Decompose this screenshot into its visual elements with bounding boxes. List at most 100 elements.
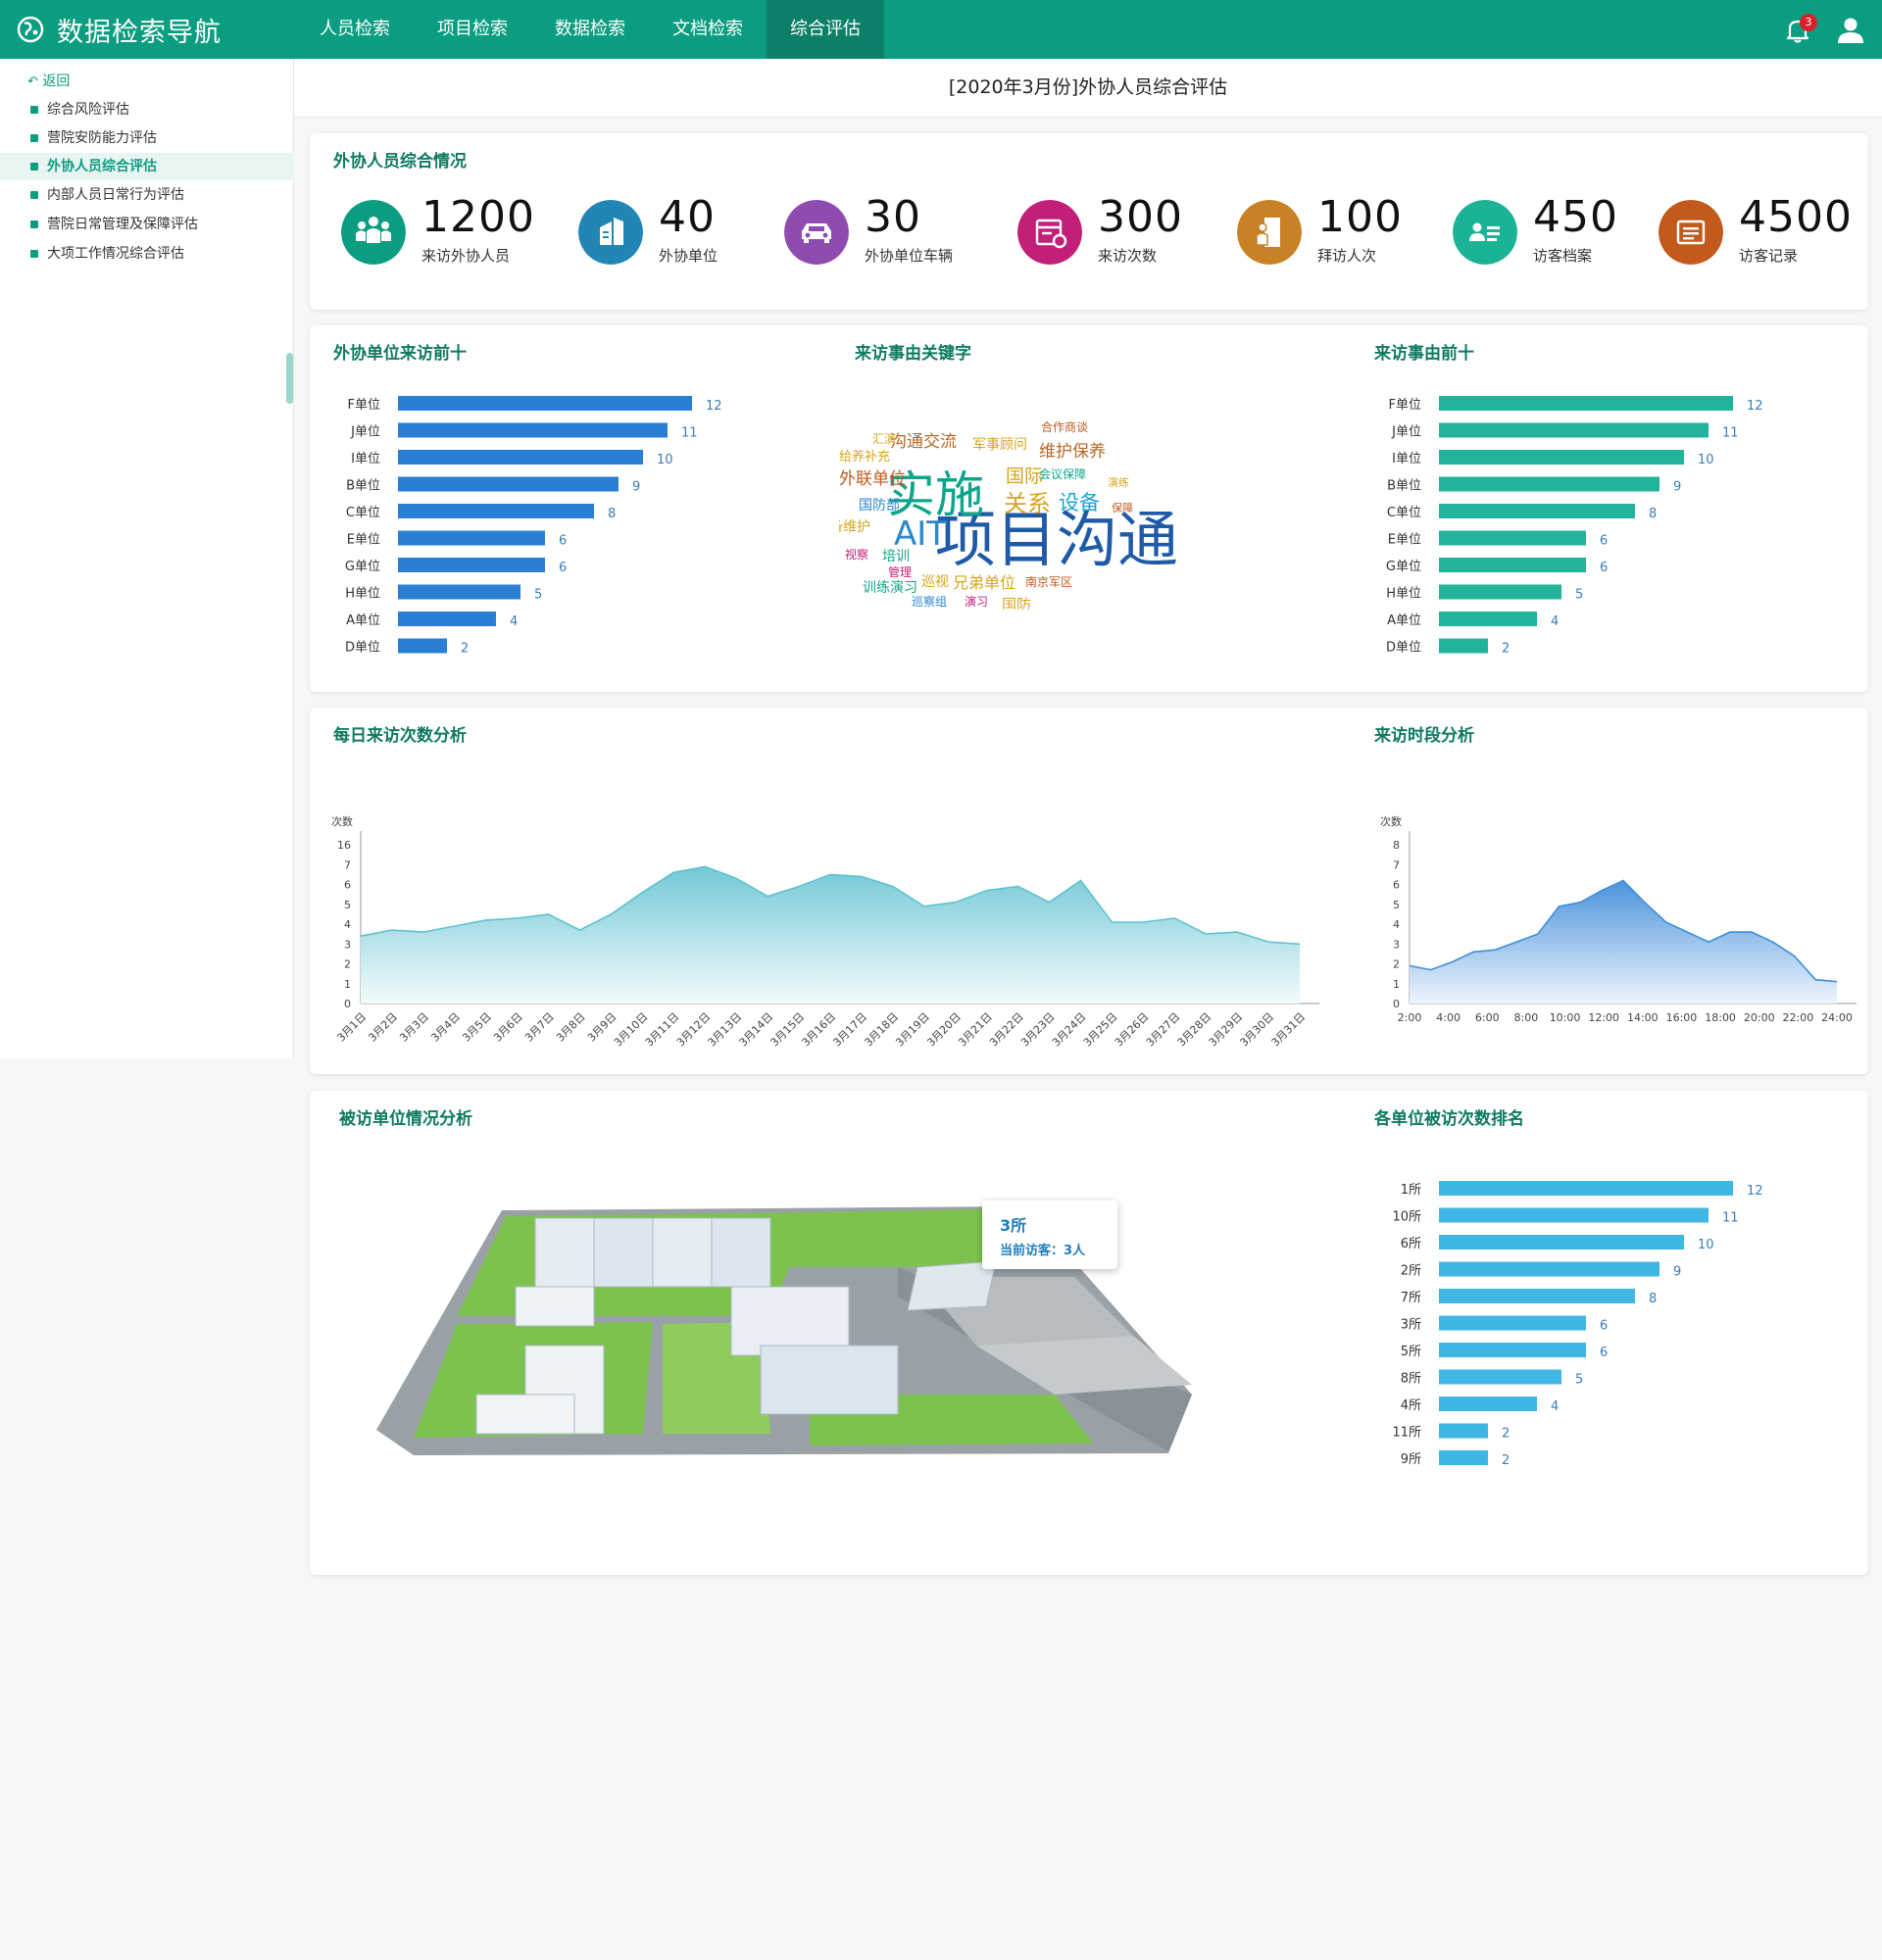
x-tick-label: 3月1日 (334, 1010, 369, 1045)
keyword-cloud: 项目沟通 实施 AIT 关系 设备 国际 沟通交流 维护保养 外联单位 给养补充… (839, 419, 1178, 610)
bullet-icon (30, 134, 38, 142)
sidebar-item-risk[interactable]: 综合风险评估 (0, 96, 294, 123)
bar (1439, 1450, 1488, 1465)
bar (1439, 612, 1537, 626)
keyword: 视察 (845, 547, 868, 562)
x-tick-label: 20:00 (1744, 1011, 1775, 1024)
sidebar-item-security[interactable]: 营院安防能力评估 (0, 124, 294, 152)
y-tick-label: 6 (1393, 879, 1400, 892)
stat-label: 来访外协人员 (421, 247, 511, 265)
x-tick-label: 3月23日 (1018, 1010, 1058, 1050)
x-tick-label: 10:00 (1550, 1011, 1581, 1024)
data-label: 2 (461, 642, 469, 657)
nav-tab-person-search[interactable]: 人员检索 (296, 0, 414, 59)
bar (1439, 1289, 1635, 1303)
keyword: 巡察组 (912, 595, 947, 609)
nav-tab-comprehensive-evaluation[interactable]: 综合评估 (767, 0, 884, 59)
category-label: I单位 (1392, 452, 1421, 466)
data-label: 6 (1600, 1346, 1608, 1360)
keyword: 给养补充 (839, 449, 890, 465)
data-label: 8 (608, 507, 616, 521)
data-label: 6 (1600, 1319, 1608, 1334)
keyword: 维护保养 (1039, 442, 1106, 462)
data-label: 10 (1698, 453, 1714, 467)
nav-tab-project-search[interactable]: 项目检索 (414, 0, 531, 59)
sidebar-item-label: 营院日常管理及保障评估 (47, 217, 198, 232)
data-label: 6 (559, 561, 567, 575)
keyword: 合作商谈 (1041, 419, 1088, 434)
tooltip-visitor-count: 当前访客：3人 (1000, 1244, 1086, 1258)
user-icon[interactable] (1835, 16, 1866, 45)
category-label: 8所 (1401, 1372, 1421, 1387)
bar (1439, 450, 1684, 465)
back-link[interactable]: ↶ 返回 (27, 71, 70, 90)
bar (398, 504, 594, 518)
category-label: H单位 (1386, 587, 1421, 602)
x-tick-label: 3月26日 (1113, 1010, 1152, 1050)
data-label: 4 (1551, 614, 1559, 629)
category-label: D单位 (1386, 641, 1421, 656)
x-tick-label: 3月27日 (1144, 1010, 1183, 1050)
x-tick-label: 16:00 (1666, 1011, 1698, 1024)
keyword: 沟通交流 (890, 432, 957, 452)
bar (1439, 530, 1586, 546)
keyword: 军事顾问 (972, 437, 1027, 453)
x-tick-label: 12:00 (1588, 1011, 1619, 1024)
bar (1439, 1261, 1659, 1277)
category-label: 5所 (1401, 1345, 1421, 1359)
stat-label: 外协单位车辆 (865, 247, 954, 265)
sidebar-scrollbar[interactable] (286, 353, 293, 404)
keyword: 南京军区 (1025, 574, 1072, 589)
nav-tab-document-search[interactable]: 文档检索 (649, 0, 767, 59)
keyword: 国防部 (859, 498, 900, 514)
x-tick-label: 3月15日 (768, 1010, 808, 1050)
nav-tab-data-search[interactable]: 数据检索 (531, 0, 649, 59)
y-tick-label: 0 (344, 998, 351, 1010)
sidebar-item-staff[interactable]: 内部人员日常行为评估 (0, 181, 294, 209)
keyword: AIT (894, 514, 947, 554)
keyword: 汇演 (872, 431, 896, 446)
x-tick-label: 3月7日 (522, 1010, 557, 1045)
sidebar-item-management[interactable]: 营院日常管理及保障评估 (0, 211, 294, 238)
x-tick-label: 2:00 (1398, 1011, 1422, 1024)
app-title: 数据检索导航 (57, 17, 222, 48)
x-tick-label: 8:00 (1514, 1011, 1539, 1024)
x-tick-label: 3月20日 (924, 1010, 964, 1050)
bullet-icon (30, 250, 38, 258)
category-label: H单位 (345, 587, 380, 602)
keyword: 兄弟单位 (953, 573, 1015, 592)
door-person-icon (1237, 200, 1302, 265)
top-navigation-bar: 数据检索导航 人员检索 项目检索 数据检索 文档检索 综合评估 3 (0, 0, 1882, 59)
keyword: 演习 (965, 594, 988, 609)
x-tick-label: 3月3日 (397, 1010, 431, 1045)
sidebar-item-major-work[interactable]: 大项工作情况综合评估 (0, 240, 294, 268)
data-label: 6 (1600, 534, 1608, 549)
stat-value: 30 (865, 192, 921, 242)
bar (1439, 1369, 1561, 1385)
bar (1439, 1235, 1684, 1250)
keyword: 训练演习 (863, 580, 917, 596)
keyword: 巡视 (921, 574, 949, 590)
y-tick-label: 0 (1393, 998, 1400, 1010)
bullet-icon (30, 220, 38, 228)
data-label: 2 (1502, 642, 1510, 657)
app-logo[interactable]: 数据检索导航 (16, 0, 222, 59)
sidebar-item-contractor[interactable]: 外协人员综合评估 (0, 153, 294, 180)
x-tick-label: 14:00 (1627, 1011, 1659, 1024)
ranking-title: 各单位被访次数排名 (1374, 1109, 1524, 1129)
y-tick-label: 6 (344, 879, 351, 892)
data-label: 10 (1698, 1238, 1714, 1252)
bar (1439, 1315, 1586, 1331)
x-tick-label: 3月5日 (460, 1010, 494, 1045)
file-list-icon (1659, 200, 1723, 265)
bar (1439, 1343, 1586, 1357)
hourly-title: 来访时段分析 (1374, 726, 1474, 746)
tooltip-title: 3所 (1000, 1216, 1027, 1235)
y-tick-label: 7 (1393, 858, 1400, 871)
top-reasons-bar-chart: F单位 12 J单位 11 I单位 10 B单位 9 C单位 8 E单位 6 G单位 6 H单位 5 A单位 4 D… (1386, 396, 1763, 657)
x-tick-label: 3月25日 (1081, 1010, 1120, 1050)
x-tick-label: 3月2日 (366, 1010, 400, 1045)
data-label: 9 (1673, 1265, 1681, 1280)
trend-card: 每日来访次数分析 来访时段分析 0 1 2 3 4 5 6 7 16 次数 3月1日 3月2日 3月3日… (310, 708, 1868, 1074)
data-label: 5 (534, 588, 542, 603)
